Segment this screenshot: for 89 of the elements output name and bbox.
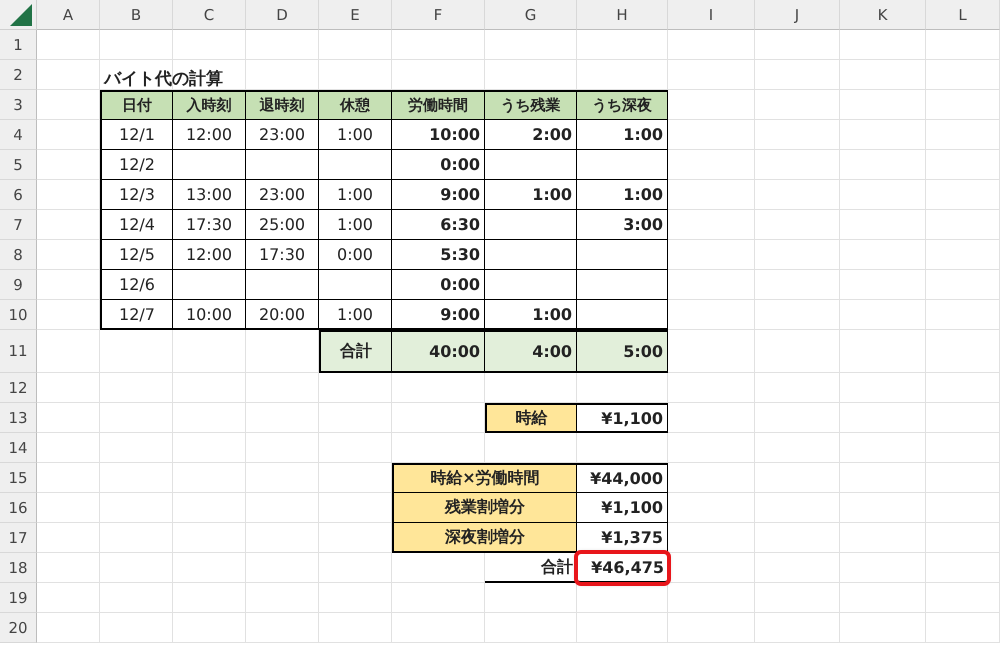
- table-cell: 1:00: [319, 180, 392, 210]
- table-header-cell: うち残業: [485, 90, 577, 120]
- total-cell: 4:00: [485, 330, 577, 373]
- table-cell: 12/2: [100, 150, 173, 180]
- row-header[interactable]: 4: [0, 120, 37, 150]
- pay-item-label: 深夜割増分: [392, 523, 577, 553]
- row-header[interactable]: 20: [0, 613, 37, 643]
- row-header[interactable]: 10: [0, 300, 37, 330]
- column-header[interactable]: L: [926, 0, 1000, 30]
- table-cell: 10:00: [392, 120, 485, 150]
- table-header-cell: 日付: [100, 90, 173, 120]
- sheet-title: バイト代の計算: [102, 68, 224, 90]
- table-cell: 0:00: [319, 240, 392, 270]
- row-header[interactable]: 14: [0, 433, 37, 463]
- row-header[interactable]: 11: [0, 330, 37, 373]
- wage-label: 時給: [485, 403, 577, 433]
- table-cell: 10:00: [173, 300, 246, 330]
- table-cell: 12/4: [100, 210, 173, 240]
- row-header[interactable]: 12: [0, 373, 37, 403]
- column-header[interactable]: D: [246, 0, 319, 30]
- table-cell: 5:30: [392, 240, 485, 270]
- table-cell: 23:00: [246, 120, 319, 150]
- column-header[interactable]: E: [319, 0, 392, 30]
- table-cell: 17:30: [246, 240, 319, 270]
- table-cell: 0:00: [392, 270, 485, 300]
- row-header[interactable]: 3: [0, 90, 37, 120]
- column-header[interactable]: G: [485, 0, 577, 30]
- pay-item-label: 時給×労働時間: [392, 463, 577, 493]
- table-header-cell: 退時刻: [246, 90, 319, 120]
- row-header[interactable]: 1: [0, 30, 37, 60]
- table-cell: 1:00: [319, 300, 392, 330]
- grand-total-value: ¥46,475: [577, 553, 668, 583]
- select-all-icon[interactable]: [10, 4, 32, 26]
- column-header[interactable]: J: [755, 0, 840, 30]
- table-cell: 13:00: [173, 180, 246, 210]
- table-cell: 9:00: [392, 180, 485, 210]
- column-header[interactable]: H: [577, 0, 668, 30]
- table-cell: 1:00: [319, 210, 392, 240]
- row-header[interactable]: 6: [0, 180, 37, 210]
- column-header[interactable]: K: [840, 0, 926, 30]
- table-cell: 23:00: [246, 180, 319, 210]
- table-cell: 1:00: [485, 180, 577, 210]
- table-cell: 9:00: [392, 300, 485, 330]
- table-cell: 0:00: [392, 150, 485, 180]
- table-cell: 2:00: [485, 120, 577, 150]
- table-cell: 17:30: [173, 210, 246, 240]
- table-cell: 1:00: [319, 120, 392, 150]
- column-header[interactable]: I: [668, 0, 755, 30]
- table-cell: 25:00: [246, 210, 319, 240]
- table-cell: 12:00: [173, 120, 246, 150]
- table-cell: 6:30: [392, 210, 485, 240]
- pay-item-value: ¥1,100: [577, 493, 668, 523]
- table-cell: 12/6: [100, 270, 173, 300]
- row-header[interactable]: 15: [0, 463, 37, 493]
- table-cell: 3:00: [577, 210, 668, 240]
- table-cell: 12/5: [100, 240, 173, 270]
- table-cell: 1:00: [485, 300, 577, 330]
- column-header[interactable]: F: [392, 0, 485, 30]
- row-header[interactable]: 13: [0, 403, 37, 433]
- row-header[interactable]: 7: [0, 210, 37, 240]
- table-cell: 1:00: [577, 120, 668, 150]
- row-header[interactable]: 5: [0, 150, 37, 180]
- row-header[interactable]: 2: [0, 60, 37, 90]
- column-header[interactable]: C: [173, 0, 246, 30]
- row-header[interactable]: 19: [0, 583, 37, 613]
- pay-item-label: 残業割増分: [392, 493, 577, 523]
- table-header-cell: 入時刻: [173, 90, 246, 120]
- total-cell: 5:00: [577, 330, 668, 373]
- row-header[interactable]: 17: [0, 523, 37, 553]
- table-cell: 12:00: [173, 240, 246, 270]
- table-cell: 12/1: [100, 120, 173, 150]
- grand-total-label: 合計: [485, 553, 577, 583]
- row-header[interactable]: 9: [0, 270, 37, 300]
- row-header[interactable]: 18: [0, 553, 37, 583]
- table-header-cell: 労働時間: [392, 90, 485, 120]
- table-header-cell: うち深夜: [577, 90, 668, 120]
- row-header[interactable]: 8: [0, 240, 37, 270]
- table-cell: 20:00: [246, 300, 319, 330]
- column-header[interactable]: B: [100, 0, 173, 30]
- wage-value: ¥1,100: [577, 403, 668, 433]
- row-header[interactable]: 16: [0, 493, 37, 523]
- total-cell: 40:00: [392, 330, 485, 373]
- pay-item-value: ¥44,000: [577, 463, 668, 493]
- table-cell: 12/3: [100, 180, 173, 210]
- table-cell: 1:00: [577, 180, 668, 210]
- total-label: 合計: [319, 330, 392, 373]
- table-cell: 12/7: [100, 300, 173, 330]
- column-header[interactable]: A: [37, 0, 100, 30]
- table-header-cell: 休憩: [319, 90, 392, 120]
